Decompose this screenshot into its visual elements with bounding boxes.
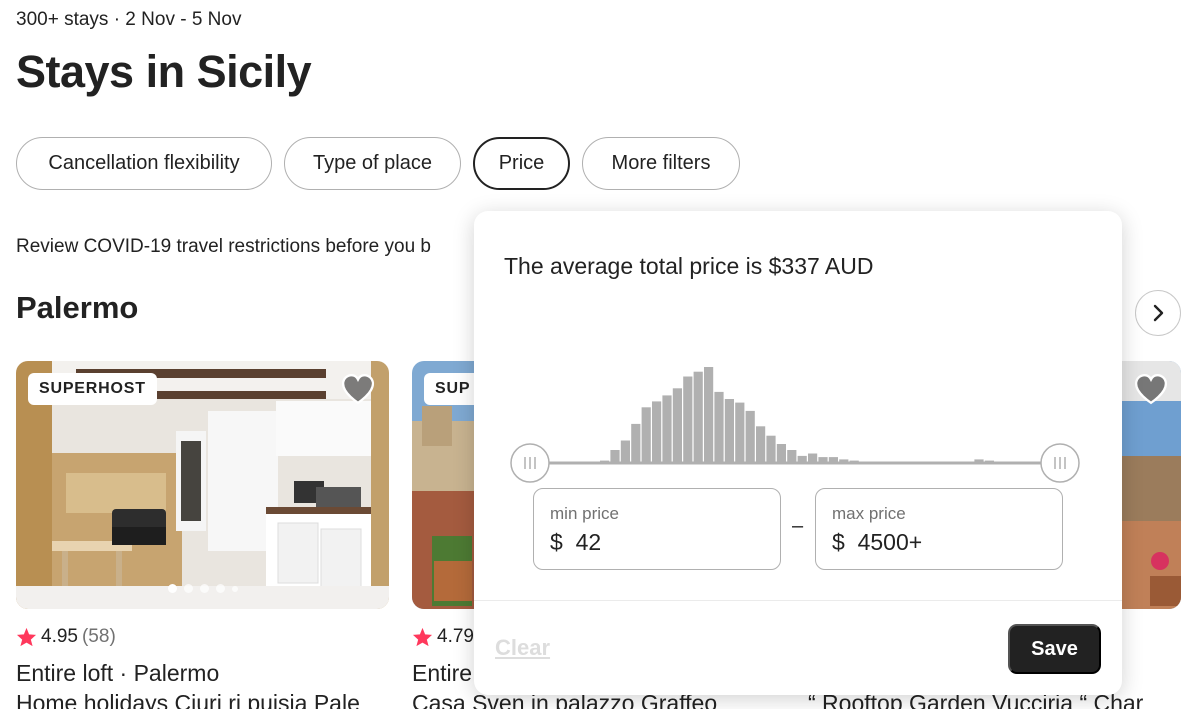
histogram-bar [610,450,620,463]
filter-more-filters[interactable]: More filters [582,137,740,190]
popover-divider [474,600,1122,601]
histogram-bar [776,444,786,463]
covid-notice[interactable]: Review COVID-19 travel restrictions befo… [16,236,431,258]
min-price-field[interactable]: min price $ 42 [533,488,781,570]
superhost-badge: SUPERHOST [28,373,157,405]
rating-value: 4.79 [437,626,474,647]
max-price-field[interactable]: max price $ 4500+ [815,488,1063,570]
review-count: (58) [81,626,116,647]
pagination-dot[interactable] [215,584,225,593]
pagination-dot[interactable] [199,584,209,593]
min-price-input[interactable]: $ 42 [550,529,601,556]
histogram-bar [672,388,682,463]
max-price-input[interactable]: $ 4500+ [832,529,922,556]
search-summary: 300+ stays · 2 Nov - 5 Nov [16,9,242,30]
price-filter-popover: The average total price is $337 AUD min … [474,211,1122,695]
histogram-bar [652,401,662,463]
clear-button[interactable]: Clear [495,635,550,661]
histogram-bar [693,371,703,463]
min-price-handle[interactable] [510,443,550,483]
listing-type: Entire [412,660,473,686]
histogram-bar [724,399,734,463]
rating-value: 4.95 [41,626,78,647]
histogram-bar [714,391,724,463]
histogram-bar [766,435,776,463]
pagination-dot[interactable] [167,584,177,593]
listing-rating: 4.95 (58) [16,626,116,648]
star-icon [16,627,37,647]
section-title: Palermo [16,290,139,325]
listing-rating: 4.79 [412,626,474,648]
min-price-label: min price [550,504,619,523]
star-icon [412,627,433,647]
pagination-dot[interactable] [231,585,238,592]
histogram-bar [662,395,672,463]
heart-icon[interactable] [1134,373,1168,405]
histogram-bar [756,426,766,463]
heart-icon[interactable] [341,373,375,405]
histogram-bar [631,423,641,463]
save-button[interactable]: Save [1008,624,1101,674]
max-price-label: max price [832,504,906,523]
filter-cancellation-flexibility[interactable]: Cancellation flexibility [16,137,272,190]
superhost-badge: SUP [424,373,482,405]
chevron-right-icon [1153,304,1164,322]
histogram-bar [641,407,651,463]
listing-image[interactable] [1120,361,1181,609]
filter-type-of-place[interactable]: Type of place [284,137,461,190]
listing-name[interactable]: Home holidays Ciuri ri puisia Pale [16,690,360,709]
histogram-bar [620,440,630,463]
histogram-bar [735,402,745,463]
histogram-bar [745,410,755,463]
listing-type: Entire loft · Palermo [16,660,220,686]
histogram-bar [787,450,797,463]
price-range-separator: – [792,515,804,537]
carousel-next-button[interactable] [1135,290,1181,336]
filter-price[interactable]: Price [473,137,570,190]
histogram-bar [704,367,714,463]
page-title: Stays in Sicily [16,46,312,97]
price-histogram [510,367,1080,483]
pagination-dot[interactable] [183,584,193,593]
histogram-bar [683,376,693,463]
listing-image[interactable]: SUPERHOST [16,361,389,609]
max-price-handle[interactable] [1040,443,1080,483]
image-pagination-dots [16,584,389,593]
